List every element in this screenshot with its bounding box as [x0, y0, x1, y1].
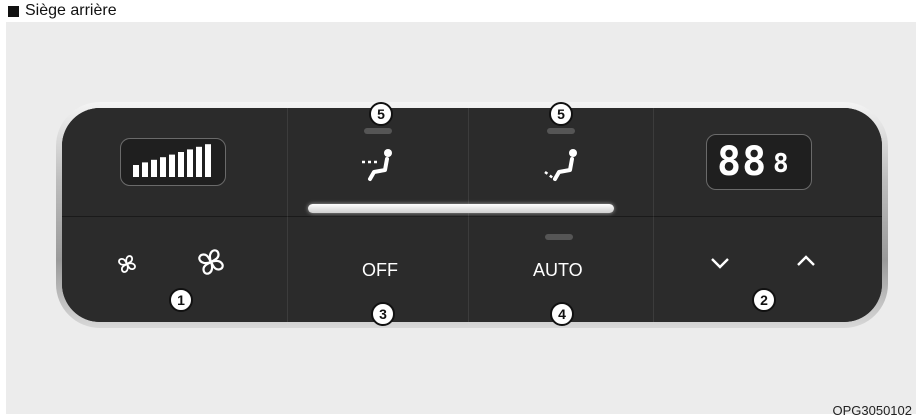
figure-reference: OPG3050102	[832, 403, 912, 418]
fan-level-bar	[205, 144, 211, 177]
callout-3: 3	[371, 302, 395, 326]
callout-1: 1	[169, 288, 193, 312]
fan-small-icon[interactable]	[114, 251, 140, 277]
callout-5-floor: 5	[549, 102, 573, 126]
illustration: 88 8 OFF AUTO 1 2 3 4 5 5 OPG3050102	[6, 22, 916, 418]
fan-level-bar	[187, 149, 193, 177]
temperature-lcd: 88 8	[706, 134, 812, 190]
callout-4: 4	[550, 302, 574, 326]
bullet-square	[8, 5, 19, 17]
mode-face-icon	[362, 149, 392, 181]
callout-5-face: 5	[369, 102, 393, 126]
fan-level-bar	[169, 154, 175, 177]
temperature-sub-digit: 8	[773, 149, 789, 179]
fan-level-bar	[151, 159, 157, 177]
auto-button-label: AUTO	[533, 260, 583, 280]
fan-level-bar	[160, 157, 166, 177]
off-button-label: OFF	[362, 260, 398, 280]
mode-floor-icon	[544, 149, 577, 181]
section-caption: Siège arrière	[8, 2, 117, 20]
mode-face-indicator	[364, 128, 392, 134]
fan-level-bar	[133, 165, 139, 177]
fan-level-display	[62, 108, 288, 217]
callout-2: 2	[752, 288, 776, 312]
chevron-up-icon[interactable]	[796, 255, 816, 267]
caption-text: Siège arrière	[25, 2, 117, 19]
auto-indicator	[545, 234, 573, 240]
fan-level-bar	[196, 146, 202, 177]
fan-level-bar	[142, 162, 148, 177]
mode-floor-indicator	[547, 128, 575, 134]
fan-level-bars	[133, 144, 211, 177]
fan-level-lcd	[120, 138, 226, 186]
fan-large-icon[interactable]	[192, 243, 230, 281]
fan-level-bar	[178, 152, 184, 177]
light-bar	[308, 204, 614, 213]
chevron-down-icon[interactable]	[710, 257, 730, 269]
temperature-digits: 88	[717, 139, 768, 185]
temperature-display: 88 8	[654, 108, 882, 217]
